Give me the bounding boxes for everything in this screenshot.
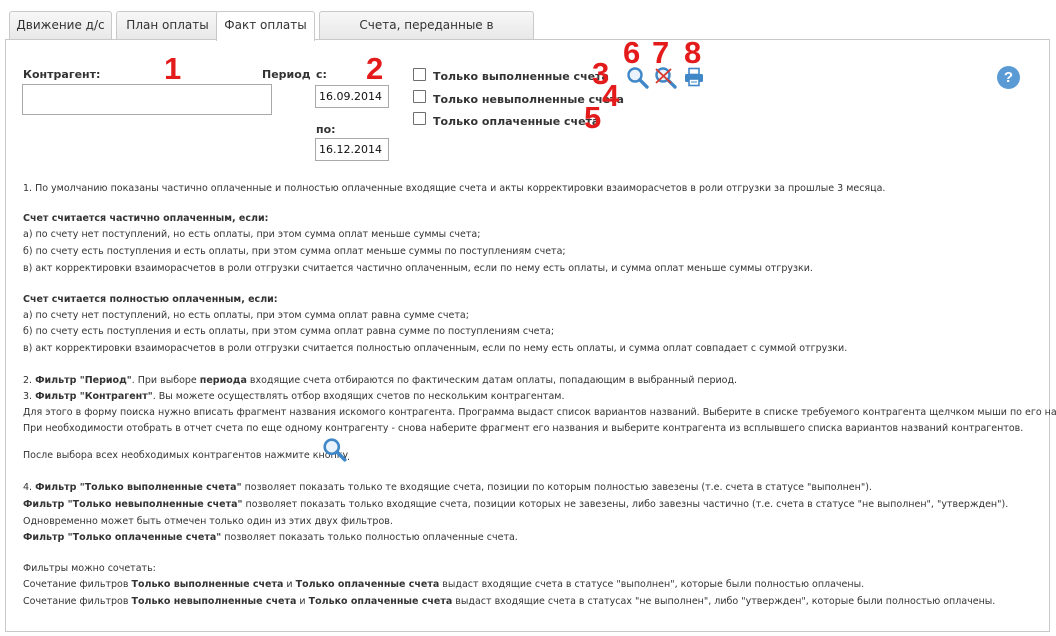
from-label: с: <box>316 68 327 81</box>
contractor-label: Контрагент: <box>23 68 101 81</box>
info-paragraph-3: 3. Фильтр "Контрагент". Вы можете осущес… <box>23 391 564 402</box>
info-paragraph-4: 4. Фильтр "Только выполненные счета" поз… <box>23 482 872 493</box>
info-full-c: в) акт корректировки взаиморасчетов в ро… <box>23 343 848 354</box>
p2-bold2: периода <box>199 375 247 386</box>
p2-rest: входящие счета отбираются по фактическим… <box>246 375 738 386</box>
info-combo-2: Сочетание фильтров Только невыполненные … <box>23 596 995 607</box>
p4-prefix: 4. <box>23 482 36 493</box>
info-paragraph-3-line2: Для этого в форму поиска нужно вписать ф… <box>23 407 1056 418</box>
tab-accounting-invoices[interactable]: Счета, переданные в бухгалтерию <box>319 11 534 59</box>
date-to-input[interactable]: 16.12.2014 <box>315 138 389 161</box>
combo1-b2: Только оплаченные счета <box>295 579 440 590</box>
info-paragraph-4d: Фильтр "Только оплаченные счета" позволя… <box>23 532 518 543</box>
clear-search-icon[interactable] <box>654 66 678 90</box>
checkbox-completed[interactable] <box>413 68 426 81</box>
date-from-input[interactable]: 16.09.2014 <box>315 85 389 108</box>
combo1-b1: Только выполненные счета <box>131 579 284 590</box>
checkbox-paid[interactable] <box>413 112 426 125</box>
combo2-a: Сочетание фильтров <box>23 596 132 607</box>
checkbox-completed-label: Только выполненные счета <box>433 70 609 83</box>
period-label: Период <box>262 68 311 81</box>
p4b-bold: Фильтр "Только невыполненные счета" <box>23 499 243 510</box>
combo2-and: и <box>296 596 309 607</box>
p4d-rest: позволяет показать только полностью опла… <box>221 532 518 543</box>
p3-line4-end: . <box>347 452 351 463</box>
p4b-rest: позволяет показать только входящие счета… <box>242 499 1009 510</box>
info-paragraph-4b: Фильтр "Только невыполненные счета" позв… <box>23 499 1008 510</box>
p3-line4-text: После выбора всех необходимых контрагент… <box>23 450 349 461</box>
info-partial-b: б) по счету есть поступления и есть опла… <box>23 246 566 257</box>
info-paragraph-1: 1. По умолчанию показаны частично оплаче… <box>23 183 886 194</box>
combo2-b1: Только невыполненные счета <box>131 596 297 607</box>
info-full-heading-text: Счет считается полностью оплаченным, есл… <box>23 294 278 305</box>
marker-8: 8 <box>684 35 702 70</box>
search-icon[interactable] <box>626 66 650 90</box>
info-partial-heading: Счет считается частично оплаченным, если… <box>23 213 268 224</box>
p2-bold: Фильтр "Период" <box>35 375 132 386</box>
marker-1: 1 <box>164 51 182 86</box>
p3-bold: Фильтр "Контрагент" <box>35 391 153 402</box>
info-partial-heading-text: Счет считается частично оплаченным, если… <box>23 213 269 224</box>
checkbox-not-completed[interactable] <box>413 90 426 103</box>
checkbox-paid-label: Только оплаченные счета <box>433 115 600 128</box>
combo1-a: Сочетание фильтров <box>23 579 132 590</box>
info-full-heading: Счет считается полностью оплаченным, есл… <box>23 294 278 305</box>
p4-bold: Фильтр "Только выполненные счета" <box>35 482 242 493</box>
marker-4: 4 <box>602 78 620 113</box>
combo2-rest: выдаст входящие счета в статусах "не вып… <box>452 596 996 607</box>
inline-search-icon <box>322 437 348 463</box>
marker-5: 5 <box>584 100 602 135</box>
info-partial-a: а) по счету нет поступлений, но есть опл… <box>23 229 481 240</box>
info-combo-heading: Фильтры можно сочетать: <box>23 563 156 574</box>
p2-mid: . При выборе <box>131 375 200 386</box>
p3-rest: . Вы можете осуществлять отбор входящих … <box>152 391 565 402</box>
info-combo-1: Сочетание фильтров Только выполненные сч… <box>23 579 864 590</box>
contractor-input[interactable] <box>22 84 272 115</box>
p2-prefix: 2. <box>23 375 36 386</box>
info-paragraph-3-line3: При необходимости отобрать в отчет счета… <box>23 423 1024 434</box>
help-icon[interactable]: ? <box>997 66 1020 89</box>
p3-prefix: 3. <box>23 391 36 402</box>
combo1-and: и <box>283 579 296 590</box>
p4-rest: позволяет показать только те входящие сч… <box>241 482 872 493</box>
marker-7: 7 <box>652 35 670 70</box>
to-label: по: <box>316 123 336 136</box>
p4d-bold: Фильтр "Только оплаченные счета" <box>23 532 222 543</box>
info-full-b: б) по счету есть поступления и есть опла… <box>23 326 555 337</box>
info-partial-c: в) акт корректировки взаиморасчетов в ро… <box>23 263 813 274</box>
combo2-b2: Только оплаченные счета <box>308 596 453 607</box>
combo1-rest: выдаст входящие счета в статусе "выполне… <box>439 579 865 590</box>
info-paragraph-4c: Одновременно может быть отмечен только о… <box>23 516 393 527</box>
print-icon[interactable] <box>684 67 704 87</box>
info-full-a: а) по счету нет поступлений, но есть опл… <box>23 310 469 321</box>
info-paragraph-2: 2. Фильтр "Период". При выборе периода в… <box>23 375 737 386</box>
marker-2: 2 <box>366 51 384 86</box>
marker-6: 6 <box>623 35 641 70</box>
info-paragraph-3-line4: После выбора всех необходимых контрагент… <box>23 450 348 461</box>
tab-payment-plan[interactable]: План оплаты <box>116 11 219 40</box>
tab-payment-fact[interactable]: Факт оплаты <box>216 11 315 41</box>
tab-cash-flow[interactable]: Движение д/с <box>9 11 112 40</box>
